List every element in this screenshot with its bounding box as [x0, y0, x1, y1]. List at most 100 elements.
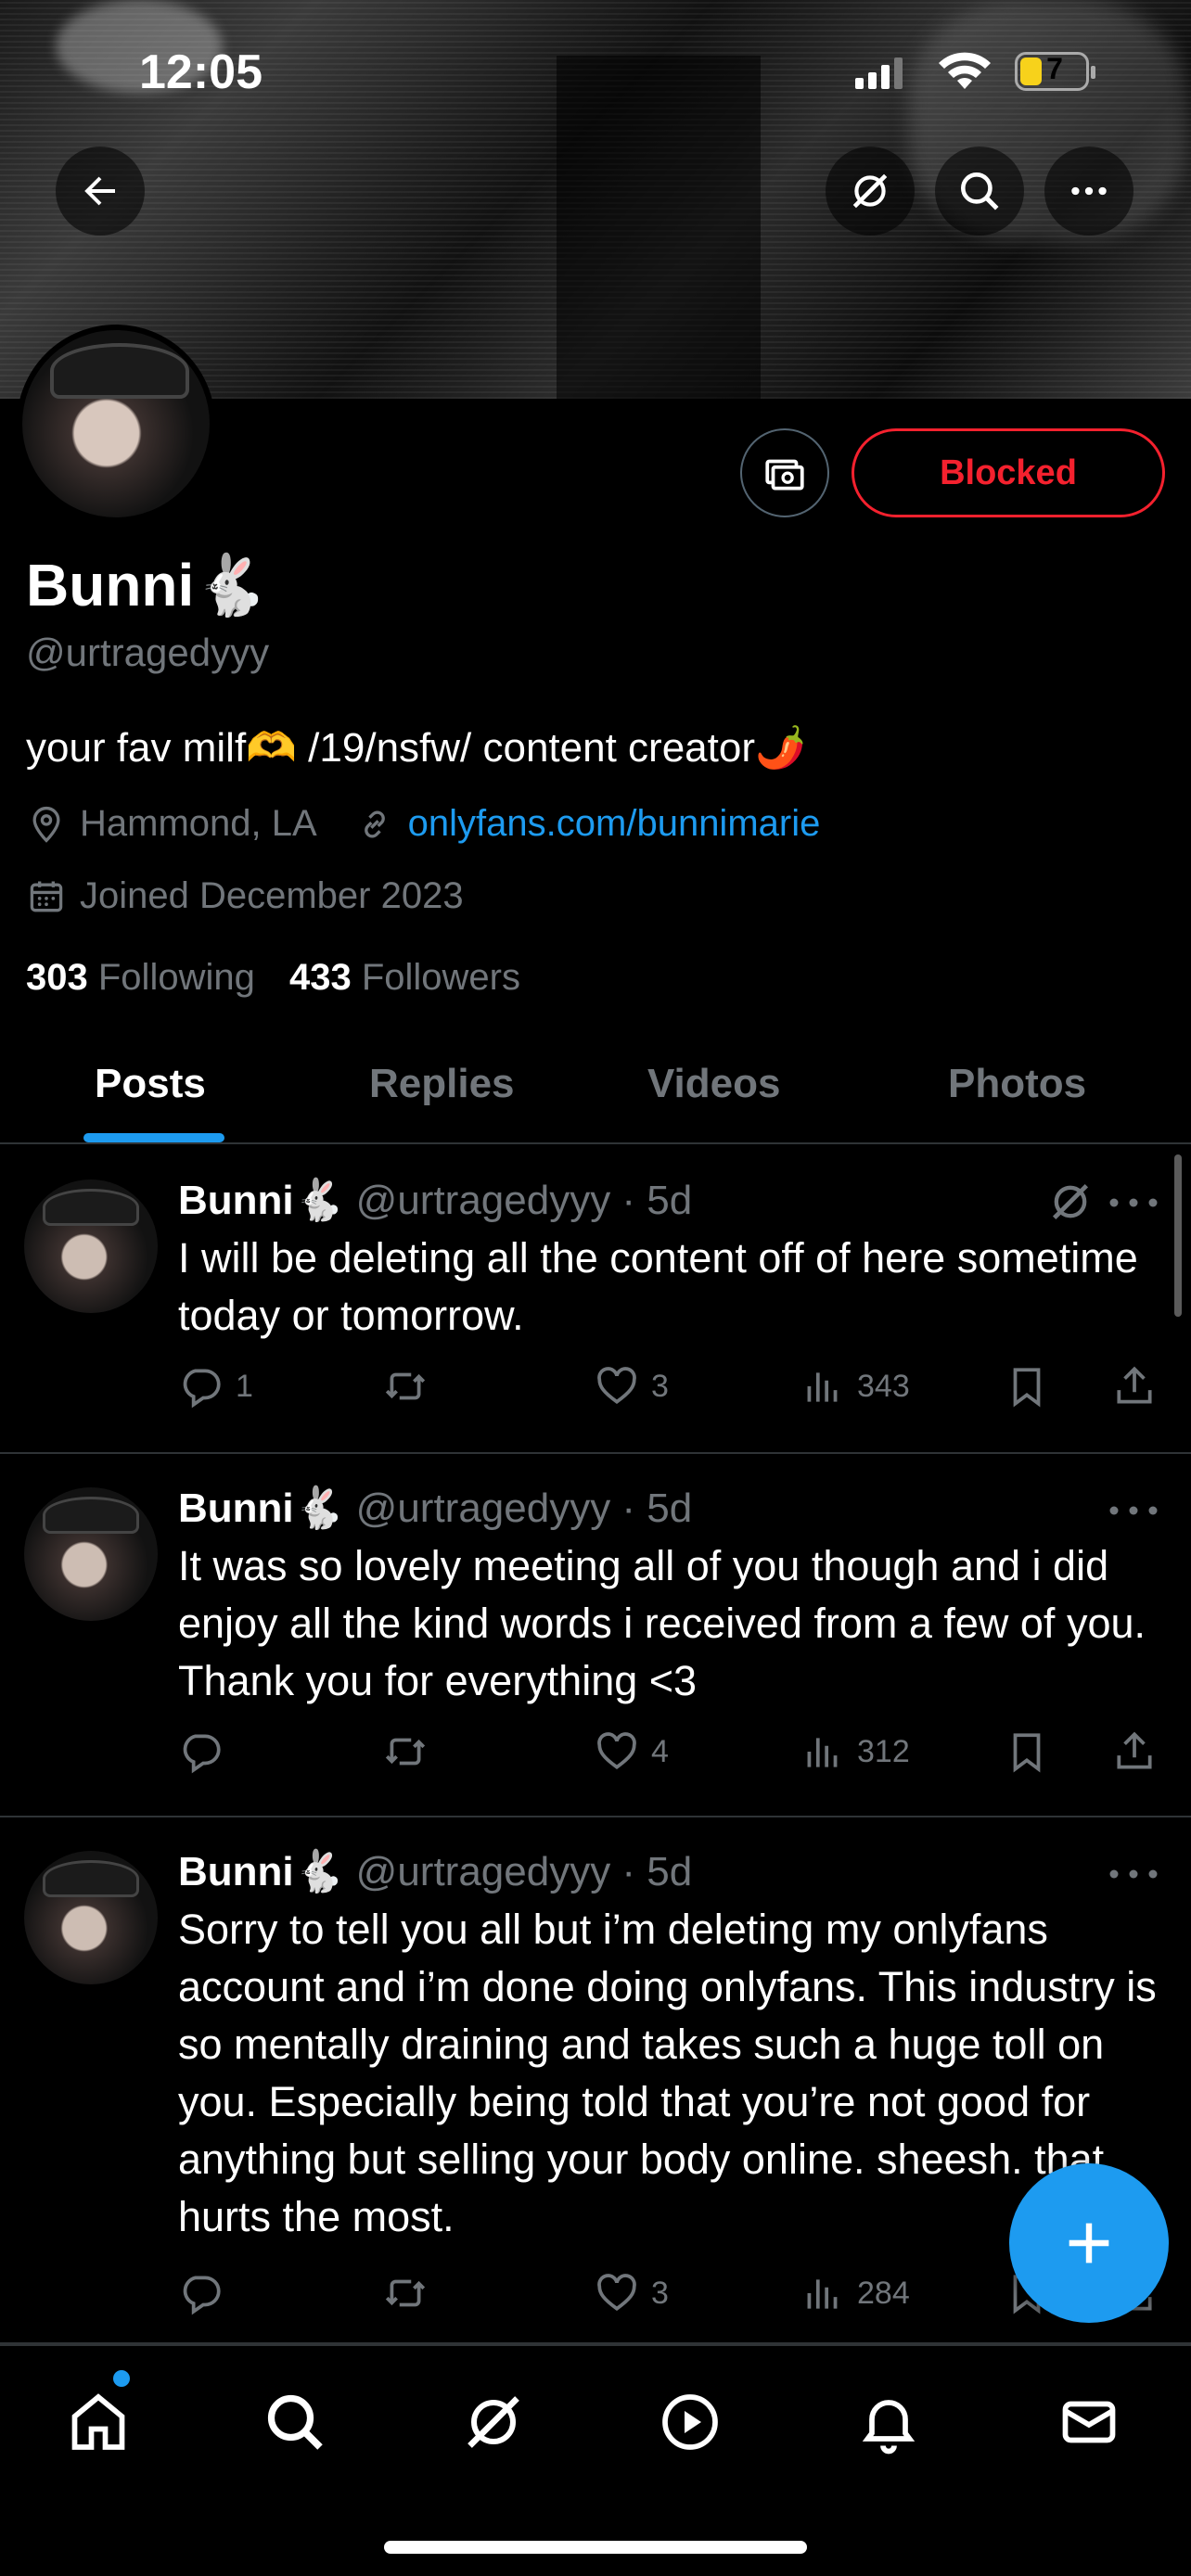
profile-meta-row: Hammond, LA onlyfans.com/bunnimarie: [26, 803, 820, 845]
bookmark-button[interactable]: [1004, 1728, 1061, 1775]
like-icon: [597, 1732, 636, 1769]
repost-icon: [385, 1372, 426, 1400]
bookmark-icon: [1013, 1368, 1041, 1408]
like-icon: [597, 2274, 636, 2311]
post-actions: 1 3 343: [178, 1363, 1161, 1419]
reply-button[interactable]: [178, 1728, 236, 1775]
home-icon: [71, 2393, 125, 2450]
post-item[interactable]: Bunni🐇 @urtragedyyy · 5d It was so lovel…: [0, 1454, 1191, 1817]
repost-icon: [385, 1738, 426, 1766]
post-header: Bunni🐇 @urtragedyyy · 5d: [178, 1176, 692, 1224]
blocked-button[interactable]: Blocked: [852, 428, 1165, 517]
status-bar: 12:05 7: [0, 0, 1191, 139]
profile-website-link[interactable]: onlyfans.com/bunnimarie: [408, 803, 821, 845]
post-actions: 3 284: [178, 2270, 1161, 2326]
reply-button[interactable]: [178, 2270, 236, 2316]
post-author-name[interactable]: Bunni🐇: [178, 1178, 344, 1223]
profile-joined-row: Joined December 2023: [26, 875, 464, 917]
post-avatar[interactable]: [24, 1180, 158, 1313]
search-icon: [267, 2394, 323, 2450]
more-button[interactable]: [1044, 147, 1133, 236]
post-meta: @urtragedyyy · 5d: [355, 1849, 693, 1894]
reply-button[interactable]: 1: [178, 1363, 253, 1409]
reply-icon: [183, 2276, 221, 2315]
post-author-name[interactable]: Bunni🐇: [178, 1486, 344, 1531]
search-button[interactable]: [935, 147, 1024, 236]
post-avatar[interactable]: [24, 1487, 158, 1621]
post-text: It was so lovely meeting all of you thou…: [178, 1542, 1146, 1704]
back-button[interactable]: [56, 147, 145, 236]
views-count: 343: [857, 1368, 910, 1404]
reply-icon: [183, 1734, 221, 1774]
location-icon: [32, 806, 60, 843]
post-actions: 4 312: [178, 1728, 1161, 1784]
views-button[interactable]: 312: [800, 1728, 910, 1775]
share-button[interactable]: [1111, 1728, 1169, 1775]
views-button[interactable]: 343: [800, 1363, 910, 1409]
tips-button[interactable]: [740, 428, 829, 517]
grok-icon: [467, 2396, 519, 2448]
cellular-signal-icon: [855, 57, 903, 89]
tab-photos[interactable]: Photos: [948, 1061, 1086, 1107]
post-more-icon[interactable]: [1106, 1497, 1161, 1524]
repost-button[interactable]: [382, 1363, 440, 1409]
like-button[interactable]: 3: [594, 1363, 669, 1409]
reply-icon: [183, 1369, 221, 1409]
followers-count: 433: [288, 957, 352, 998]
post-avatar[interactable]: [24, 1851, 158, 1984]
nav-video[interactable]: [651, 2383, 729, 2461]
like-button[interactable]: 3: [594, 2270, 669, 2316]
following-label: Following: [97, 957, 255, 998]
post-author-name[interactable]: Bunni🐇: [178, 1849, 344, 1894]
video-icon: [662, 2394, 718, 2450]
battery-icon: 7: [1015, 52, 1095, 91]
link-icon: [364, 810, 385, 837]
nav-messages[interactable]: [1050, 2383, 1128, 2461]
nav-notifications[interactable]: [850, 2383, 928, 2461]
plus-icon: [1069, 2223, 1109, 2264]
scrollbar[interactable]: [1174, 1154, 1182, 1317]
post-meta: @urtragedyyy · 5d: [355, 1486, 693, 1531]
post-header: Bunni🐇 @urtragedyyy · 5d: [178, 1484, 692, 1532]
nav-home[interactable]: [59, 2383, 137, 2461]
views-count: 284: [857, 2275, 910, 2311]
profile-bio: your fav milf🫶 /19/nsfw/ content creator…: [26, 725, 806, 771]
tab-posts[interactable]: Posts: [95, 1061, 206, 1107]
profile-name: Bunni🐇: [26, 552, 268, 618]
nav-grok[interactable]: [455, 2383, 532, 2461]
repost-button[interactable]: [382, 2270, 440, 2316]
profile-joined-date: Joined December 2023: [80, 875, 464, 916]
grok-icon: [852, 173, 888, 209]
like-count: 3: [651, 2275, 669, 2311]
repost-icon: [385, 2279, 426, 2307]
grok-button[interactable]: [826, 147, 915, 236]
views-icon: [807, 1738, 838, 1767]
grok-icon[interactable]: [1046, 1178, 1095, 1226]
home-notification-dot: [113, 2370, 130, 2387]
tab-videos[interactable]: Videos: [647, 1061, 780, 1107]
views-button[interactable]: 284: [800, 2270, 910, 2316]
followers-link[interactable]: 433 Followers: [289, 957, 520, 998]
wifi-icon: [939, 52, 991, 89]
post-header: Bunni🐇 @urtragedyyy · 5d: [178, 1847, 692, 1895]
share-icon: [1117, 1731, 1152, 1769]
following-link[interactable]: 303 Following: [26, 957, 255, 998]
search-icon: [961, 172, 999, 210]
post-meta: @urtragedyyy · 5d: [355, 1178, 693, 1223]
nav-search[interactable]: [256, 2383, 334, 2461]
post-item[interactable]: Bunni🐇 @urtragedyyy · 5d I will be delet…: [0, 1146, 1191, 1454]
post-text: Sorry to tell you all but i’m deleting m…: [178, 1906, 1157, 2240]
compose-post-button[interactable]: [1009, 2163, 1169, 2323]
views-icon: [807, 2279, 838, 2309]
like-button[interactable]: 4: [594, 1728, 669, 1775]
share-button[interactable]: [1111, 1363, 1169, 1409]
bookmark-button[interactable]: [1004, 1363, 1061, 1409]
following-count: 303: [26, 957, 88, 998]
repost-button[interactable]: [382, 1728, 440, 1775]
post-more-icon[interactable]: [1106, 1860, 1161, 1888]
home-indicator[interactable]: [384, 2541, 807, 2554]
tab-replies[interactable]: Replies: [369, 1061, 515, 1107]
post-more-icon[interactable]: [1106, 1189, 1161, 1217]
profile-avatar[interactable]: [17, 325, 215, 523]
like-icon: [597, 1367, 636, 1404]
